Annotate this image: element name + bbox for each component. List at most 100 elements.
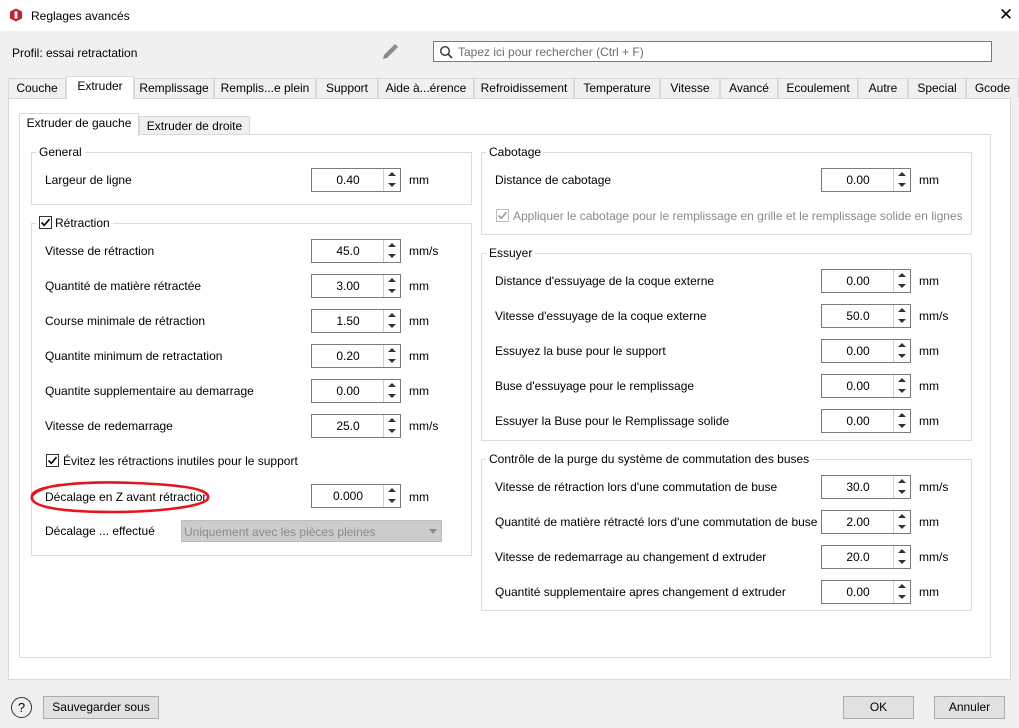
spin-down-icon[interactable]: [894, 557, 910, 568]
subtab-extruder-droite[interactable]: Extruder de droite: [139, 116, 250, 135]
spin-down-icon[interactable]: [894, 522, 910, 533]
spin-down-icon[interactable]: [384, 180, 400, 191]
edit-pencil-icon[interactable]: [380, 42, 400, 62]
spin-value[interactable]: 0.00: [823, 169, 893, 191]
wipe-support-spinbox[interactable]: 0.00: [821, 339, 911, 363]
tab-avance[interactable]: Avancé: [720, 78, 778, 98]
spin-buttons[interactable]: [893, 305, 910, 327]
help-icon[interactable]: ?: [11, 697, 32, 718]
spin-down-icon[interactable]: [894, 386, 910, 397]
spin-down-icon[interactable]: [384, 391, 400, 402]
spin-down-icon[interactable]: [894, 421, 910, 432]
spin-up-icon[interactable]: [894, 546, 910, 557]
spin-buttons[interactable]: [383, 310, 400, 332]
spin-buttons[interactable]: [893, 581, 910, 603]
spin-up-icon[interactable]: [894, 169, 910, 180]
spin-up-icon[interactable]: [384, 485, 400, 496]
spin-up-icon[interactable]: [894, 581, 910, 592]
spin-down-icon[interactable]: [384, 356, 400, 367]
tab-remplissage[interactable]: Remplissage: [134, 78, 214, 98]
spin-down-icon[interactable]: [894, 180, 910, 191]
spin-up-icon[interactable]: [384, 310, 400, 321]
spin-value[interactable]: 30.0: [823, 476, 893, 498]
spin-value[interactable]: 0.00: [823, 270, 893, 292]
spin-down-icon[interactable]: [384, 496, 400, 507]
spin-value[interactable]: 0.00: [823, 340, 893, 362]
save-as-button[interactable]: Sauvegarder sous: [43, 696, 159, 719]
extra-prime-spinbox[interactable]: 0.00: [311, 379, 401, 403]
switch-retraction-amount-spinbox[interactable]: 2.00: [821, 510, 911, 534]
wipe-infill-spinbox[interactable]: 0.00: [821, 374, 911, 398]
tab-extruder[interactable]: Extruder: [66, 76, 134, 99]
spin-up-icon[interactable]: [894, 410, 910, 421]
spin-up-icon[interactable]: [894, 476, 910, 487]
spin-buttons[interactable]: [383, 415, 400, 437]
subtab-extruder-gauche[interactable]: Extruder de gauche: [19, 113, 139, 136]
spin-buttons[interactable]: [893, 410, 910, 432]
spin-value[interactable]: 25.0: [313, 415, 383, 437]
wipe-speed-spinbox[interactable]: 50.0: [821, 304, 911, 328]
spin-up-icon[interactable]: [384, 345, 400, 356]
spin-down-icon[interactable]: [894, 316, 910, 327]
spin-buttons[interactable]: [383, 240, 400, 262]
spin-down-icon[interactable]: [894, 592, 910, 603]
spin-down-icon[interactable]: [894, 281, 910, 292]
spin-down-icon[interactable]: [384, 286, 400, 297]
avoid-retractions-checkbox[interactable]: [46, 454, 59, 467]
spin-up-icon[interactable]: [384, 169, 400, 180]
spin-up-icon[interactable]: [894, 511, 910, 522]
tab-remplissage-plein[interactable]: Remplis...e plein: [214, 78, 316, 98]
spin-down-icon[interactable]: [384, 321, 400, 332]
spin-value[interactable]: 0.00: [823, 375, 893, 397]
spin-value[interactable]: 50.0: [823, 305, 893, 327]
min-travel-spinbox[interactable]: 1.50: [311, 309, 401, 333]
spin-buttons[interactable]: [383, 345, 400, 367]
cancel-button[interactable]: Annuler: [934, 696, 1005, 719]
spin-up-icon[interactable]: [384, 380, 400, 391]
spin-down-icon[interactable]: [894, 487, 910, 498]
switch-retraction-speed-spinbox[interactable]: 30.0: [821, 475, 911, 499]
prime-speed-spinbox[interactable]: 25.0: [311, 414, 401, 438]
spin-up-icon[interactable]: [894, 340, 910, 351]
spin-value[interactable]: 0.40: [313, 169, 383, 191]
spin-buttons[interactable]: [893, 169, 910, 191]
spin-down-icon[interactable]: [894, 351, 910, 362]
spin-value[interactable]: 1.50: [313, 310, 383, 332]
spin-down-icon[interactable]: [384, 251, 400, 262]
tab-gcode[interactable]: Gcode: [966, 78, 1019, 98]
tab-ecoulement[interactable]: Ecoulement: [778, 78, 858, 98]
min-retraction-spinbox[interactable]: 0.20: [311, 344, 401, 368]
tab-autre[interactable]: Autre: [858, 78, 908, 98]
spin-buttons[interactable]: [893, 546, 910, 568]
close-icon[interactable]: ✕: [998, 6, 1014, 24]
spin-buttons[interactable]: [893, 511, 910, 533]
spin-buttons[interactable]: [383, 275, 400, 297]
spin-value[interactable]: 20.0: [823, 546, 893, 568]
tab-refroidissement[interactable]: Refroidissement: [474, 78, 574, 98]
tab-special[interactable]: Special: [908, 78, 966, 98]
tab-couche[interactable]: Couche: [8, 78, 66, 98]
spin-value[interactable]: 0.00: [313, 380, 383, 402]
spin-value[interactable]: 0.20: [313, 345, 383, 367]
spin-value[interactable]: 45.0: [313, 240, 383, 262]
spin-up-icon[interactable]: [894, 270, 910, 281]
spin-up-icon[interactable]: [384, 240, 400, 251]
wipe-solid-infill-spinbox[interactable]: 0.00: [821, 409, 911, 433]
tab-aide-adherence[interactable]: Aide à...érence: [378, 78, 474, 98]
spin-value[interactable]: 0.00: [823, 410, 893, 432]
tab-support[interactable]: Support: [316, 78, 378, 98]
search-input[interactable]: [458, 43, 978, 60]
spin-up-icon[interactable]: [894, 305, 910, 316]
spin-up-icon[interactable]: [384, 275, 400, 286]
spin-buttons[interactable]: [383, 169, 400, 191]
spin-value[interactable]: 0.00: [823, 581, 893, 603]
spin-value[interactable]: 3.00: [313, 275, 383, 297]
spin-value[interactable]: 2.00: [823, 511, 893, 533]
retraction-speed-spinbox[interactable]: 45.0: [311, 239, 401, 263]
coasting-distance-spinbox[interactable]: 0.00: [821, 168, 911, 192]
switch-prime-speed-spinbox[interactable]: 20.0: [821, 545, 911, 569]
line-width-spinbox[interactable]: 0.40: [311, 168, 401, 192]
retraction-distance-spinbox[interactable]: 3.00: [311, 274, 401, 298]
spin-down-icon[interactable]: [384, 426, 400, 437]
spin-buttons[interactable]: [893, 375, 910, 397]
